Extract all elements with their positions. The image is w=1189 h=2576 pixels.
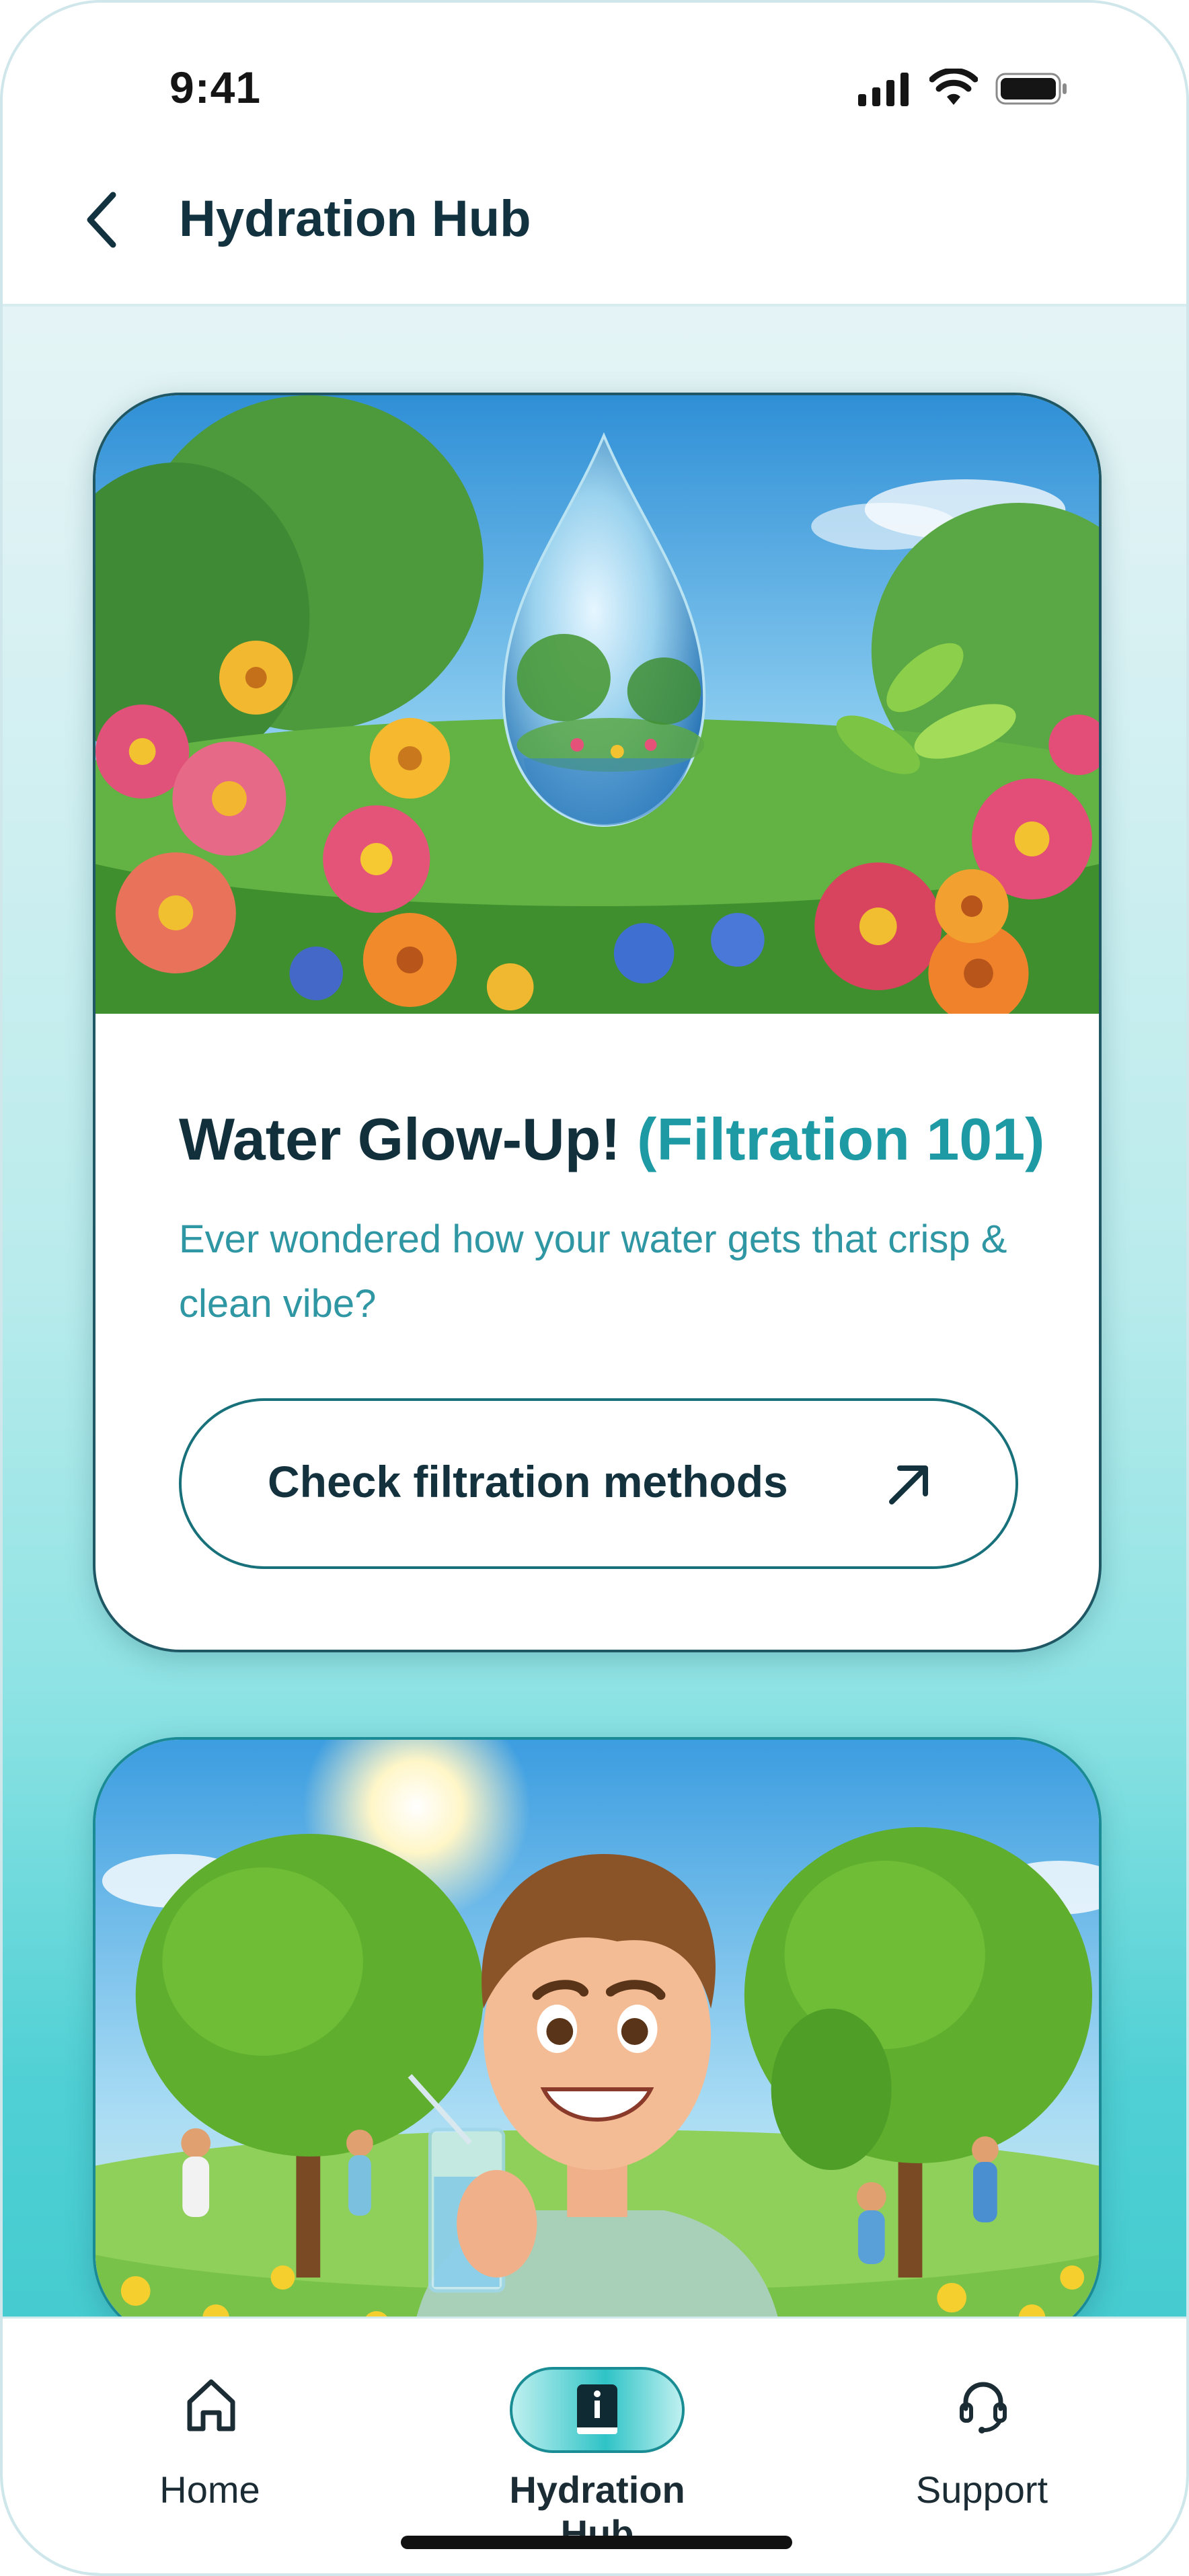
headset-icon — [960, 2382, 1007, 2433]
status-bar: 9:41 — [3, 3, 1186, 157]
hydration-tip-card — [93, 1737, 1102, 2342]
nav-item-home[interactable]: Home — [89, 2367, 331, 2522]
book-info-icon — [577, 2384, 617, 2434]
app-screen: 9:41 Hydration Hub Water Glow-Up! (Filtr… — [0, 0, 1189, 2576]
filtration-card: Water Glow-Up! (Filtration 101) Ever won… — [93, 393, 1102, 1652]
page-title: Hydration Hub — [179, 190, 531, 247]
card-title: Water Glow-Up! (Filtration 101) — [179, 1105, 1044, 1174]
nav-item-hydration-hub[interactable]: Hydration Hub — [476, 2367, 718, 2554]
home-icon — [187, 2379, 235, 2431]
arrow-up-right-icon — [889, 1465, 928, 1504]
card-title-main: Water Glow-Up! — [179, 1106, 621, 1172]
battery-icon — [995, 73, 1067, 105]
nav-item-support[interactable]: Support — [861, 2367, 1103, 2522]
card-description: Ever wondered how your water gets that c… — [179, 1217, 1007, 1326]
person-drinking-water-park-illustration — [95, 1740, 1099, 2339]
app-header: 9:41 Hydration Hub — [3, 3, 1186, 307]
wifi-icon — [929, 69, 978, 105]
check-filtration-methods-button[interactable]: Check filtration methods — [179, 1398, 1018, 1569]
status-time: 9:41 — [169, 63, 262, 112]
home-indicator[interactable] — [401, 2536, 792, 2549]
nav-label-home: Home — [159, 2468, 260, 2511]
water-drop-garden-illustration — [95, 395, 1099, 1014]
back-button[interactable] — [78, 188, 125, 251]
cta-label: Check filtration methods — [268, 1457, 788, 1506]
cellular-signal-icon — [858, 73, 909, 106]
nav-label-support: Support — [915, 2468, 1048, 2511]
card-title-accent: (Filtration 101) — [637, 1106, 1045, 1172]
